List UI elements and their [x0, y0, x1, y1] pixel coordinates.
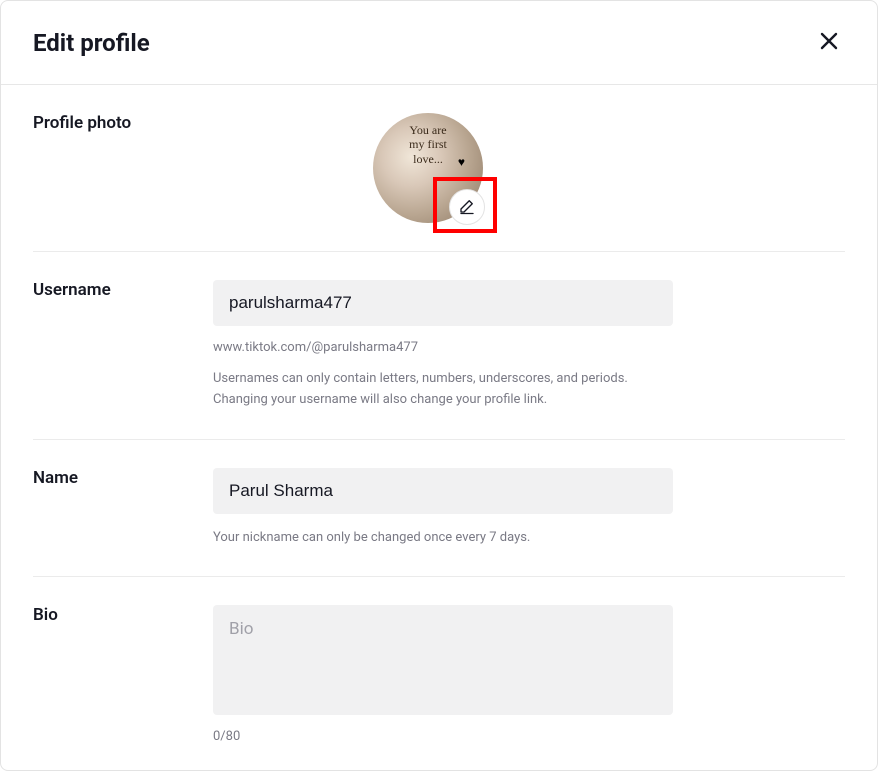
modal-title: Edit profile	[33, 29, 150, 57]
modal-body: Profile photo You are my first love... ♥	[1, 85, 877, 770]
name-section: Name Your nickname can only be changed o…	[33, 440, 845, 578]
username-helper: Usernames can only contain letters, numb…	[213, 369, 673, 411]
bio-char-count: 0/80	[213, 729, 673, 744]
close-button[interactable]	[813, 25, 845, 60]
name-label: Name	[33, 468, 213, 549]
name-helper: Your nickname can only be changed once e…	[213, 528, 673, 549]
username-section: Username www.tiktok.com/@parulsharma477 …	[33, 252, 845, 440]
edit-icon	[458, 197, 476, 218]
avatar-container: You are my first love... ♥	[373, 113, 483, 223]
username-url: www.tiktok.com/@parulsharma477	[213, 340, 673, 355]
username-input[interactable]	[213, 280, 673, 326]
username-label: Username	[33, 280, 213, 411]
edit-profile-modal: Edit profile Profile photo You are my fi…	[0, 0, 878, 771]
heart-icon: ♥	[458, 155, 465, 169]
profile-photo-section: Profile photo You are my first love... ♥	[33, 85, 845, 252]
edit-photo-button[interactable]	[449, 189, 485, 225]
avatar-caption: You are my first love...	[409, 113, 447, 166]
close-icon	[817, 29, 841, 56]
name-input[interactable]	[213, 468, 673, 514]
bio-label: Bio	[33, 605, 213, 744]
bio-section: Bio 0/80	[33, 577, 845, 770]
bio-input[interactable]	[213, 605, 673, 715]
modal-header: Edit profile	[1, 1, 877, 85]
profile-photo-label: Profile photo	[33, 113, 213, 223]
